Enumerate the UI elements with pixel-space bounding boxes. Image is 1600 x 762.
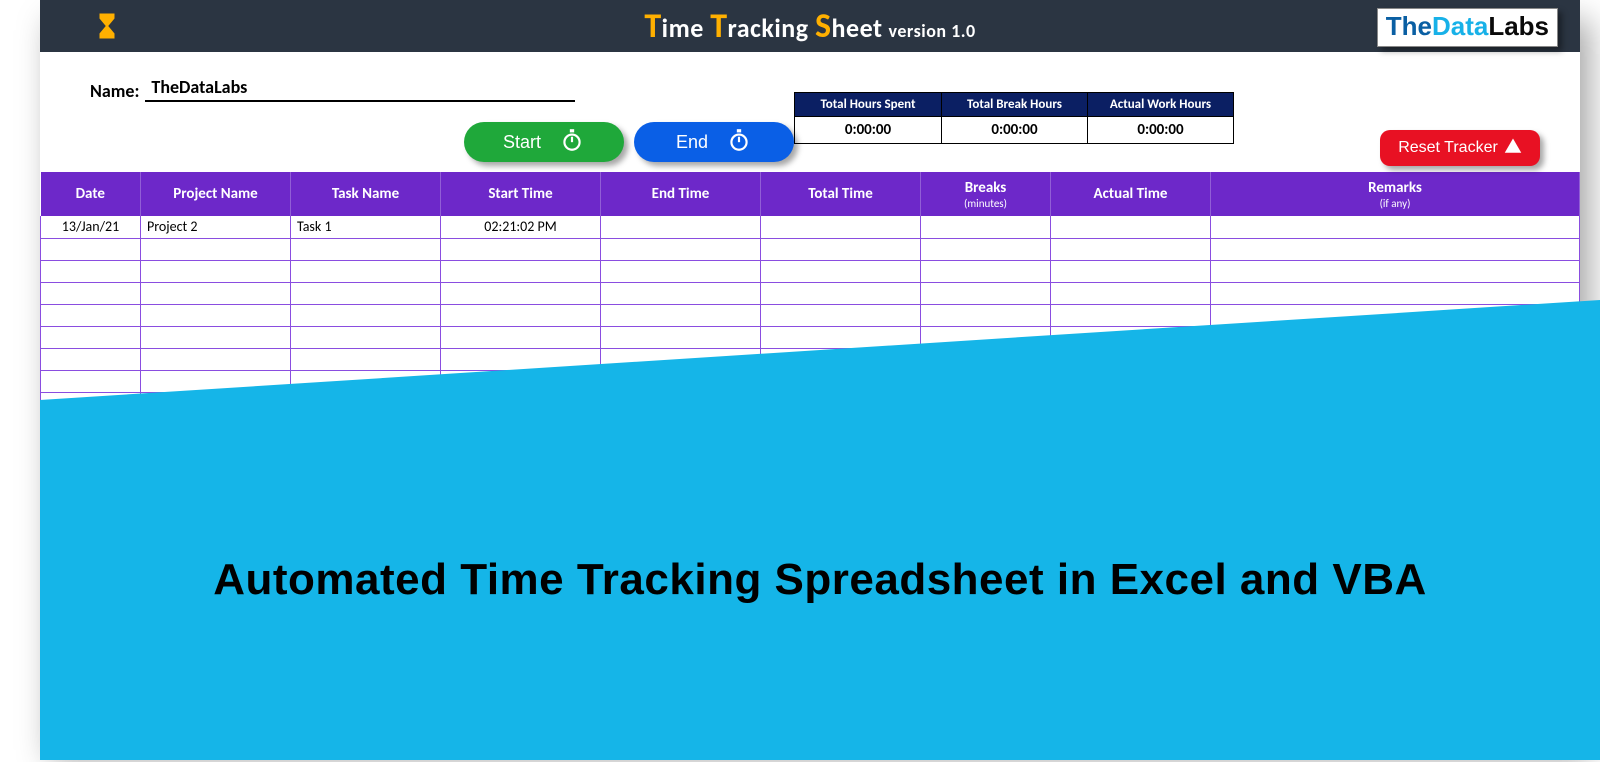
cell-task[interactable] [291,304,441,326]
cell-project[interactable]: Project 2 [141,216,291,238]
cell-date[interactable] [41,282,141,304]
cell-total[interactable] [761,260,921,282]
name-input[interactable]: TheDataLabs [145,76,575,102]
brand-logo: TheDataLabs [1377,8,1558,47]
cell-task[interactable] [291,326,441,348]
col-header-start: Start Time [441,172,601,216]
table-row[interactable] [41,260,1580,282]
cell-project[interactable] [141,348,291,370]
table-row[interactable] [41,238,1580,260]
hourglass-icon [92,11,122,41]
end-label: End [676,132,708,153]
cell-total[interactable] [761,216,921,238]
cell-project[interactable] [141,304,291,326]
cell-date[interactable]: 13/Jan/21 [41,216,141,238]
warning-icon [1504,137,1522,160]
cell-date[interactable] [41,238,141,260]
cell-breaks[interactable] [921,304,1051,326]
cell-actual[interactable] [1051,304,1211,326]
cell-remarks[interactable] [1211,260,1580,282]
cell-start[interactable] [441,282,601,304]
table-row[interactable]: 13/Jan/21Project 2Task 102:21:02 PM [41,216,1580,238]
col-header-project: Project Name [141,172,291,216]
cell-project[interactable] [141,260,291,282]
col-header-breaks: Breaks(minutes) [921,172,1051,216]
col-header-actual: Actual Time [1051,172,1211,216]
start-label: Start [503,132,541,153]
summary-box: Total Hours Spent 0:00:00 Total Break Ho… [794,92,1234,144]
cell-total[interactable] [761,238,921,260]
col-header-task: Task Name [291,172,441,216]
app-title: Time Tracking Sheetversion 1.0 [644,6,975,47]
cell-project[interactable] [141,282,291,304]
cell-task[interactable] [291,282,441,304]
end-button[interactable]: End [634,122,794,162]
cell-end[interactable] [601,216,761,238]
app-header: Time Tracking Sheetversion 1.0 TheDataLa… [40,0,1580,52]
controls-row: Total Hours Spent 0:00:00 Total Break Ho… [40,102,1580,172]
cell-actual[interactable] [1051,216,1211,238]
cell-breaks[interactable] [921,260,1051,282]
summary-header-actual: Actual Work Hours [1088,93,1233,117]
reset-label: Reset Tracker [1398,139,1498,157]
cell-end[interactable] [601,304,761,326]
cell-start[interactable] [441,260,601,282]
start-button[interactable]: Start [464,122,624,162]
stopwatch-icon [559,127,585,158]
cell-task[interactable]: Task 1 [291,216,441,238]
summary-value-actual: 0:00:00 [1088,117,1233,143]
summary-header-total: Total Hours Spent [795,93,941,117]
cell-date[interactable] [41,348,141,370]
cell-breaks[interactable] [921,238,1051,260]
cell-task[interactable] [291,238,441,260]
col-header-remarks: Remarks(if any) [1211,172,1580,216]
cell-total[interactable] [761,282,921,304]
summary-header-break: Total Break Hours [942,93,1087,117]
table-row[interactable] [41,282,1580,304]
cell-date[interactable] [41,304,141,326]
stopwatch-icon [726,127,752,158]
cell-actual[interactable] [1051,238,1211,260]
reset-button[interactable]: Reset Tracker [1380,130,1540,166]
cell-start[interactable] [441,326,601,348]
cell-start[interactable] [441,304,601,326]
cell-project[interactable] [141,238,291,260]
cell-actual[interactable] [1051,260,1211,282]
cell-end[interactable] [601,238,761,260]
col-header-total: Total Time [761,172,921,216]
cell-total[interactable] [761,326,921,348]
name-label: Name: [90,80,139,102]
cell-remarks[interactable] [1211,238,1580,260]
cell-breaks[interactable] [921,216,1051,238]
promo-headline: Automated Time Tracking Spreadsheet in E… [213,555,1427,605]
cell-start[interactable] [441,238,601,260]
cell-total[interactable] [761,304,921,326]
summary-value-total: 0:00:00 [795,117,941,143]
cell-task[interactable] [291,260,441,282]
summary-value-break: 0:00:00 [942,117,1087,143]
cell-date[interactable] [41,326,141,348]
cell-remarks[interactable] [1211,216,1580,238]
cell-project[interactable] [141,326,291,348]
cell-date[interactable] [41,260,141,282]
cell-date[interactable] [41,370,141,392]
cell-actual[interactable] [1051,282,1211,304]
cell-task[interactable] [291,348,441,370]
cell-end[interactable] [601,260,761,282]
cell-start[interactable]: 02:21:02 PM [441,216,601,238]
cell-end[interactable] [601,326,761,348]
cell-remarks[interactable] [1211,282,1580,304]
col-header-end: End Time [601,172,761,216]
cell-breaks[interactable] [921,282,1051,304]
cell-end[interactable] [601,282,761,304]
col-header-date: Date [41,172,141,216]
